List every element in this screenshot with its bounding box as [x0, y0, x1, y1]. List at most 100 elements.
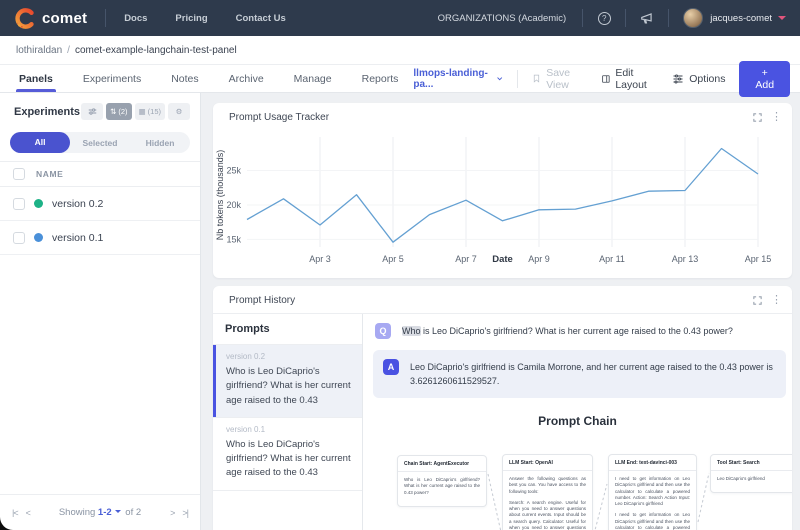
bookmark-icon — [534, 74, 540, 83]
organizations-selector[interactable]: ORGANIZATIONS (Academic) — [438, 13, 567, 24]
tab-archive[interactable]: Archive — [214, 65, 279, 92]
kebab-menu-icon[interactable]: ⋮ — [771, 295, 782, 306]
pagination-bar: |< < Showing 1-2 of 2 > >| — [0, 494, 200, 530]
svg-text:20k: 20k — [226, 200, 241, 210]
row-checkbox[interactable] — [13, 231, 25, 244]
nav-contact-us[interactable]: Contact Us — [236, 13, 286, 24]
select-all-checkbox[interactable] — [13, 168, 25, 180]
breadcrumb-workspace[interactable]: lothiraldan — [16, 45, 62, 56]
prompt-history-panel: Prompt History ⋮ Prompts version 0.2 Who… — [213, 286, 792, 530]
view-selector-dropdown[interactable]: llmops-landing-pa... — [413, 68, 503, 90]
breadcrumb-separator: / — [67, 44, 70, 56]
divider — [668, 9, 670, 27]
svg-text:Apr 3: Apr 3 — [309, 254, 331, 264]
layout-icon — [601, 74, 610, 83]
name-column-header[interactable]: NAME — [36, 169, 63, 179]
kebab-menu-icon[interactable]: ⋮ — [771, 112, 782, 123]
tab-experiments[interactable]: Experiments — [68, 65, 156, 92]
nav-docs[interactable]: Docs — [124, 13, 147, 24]
filter-all[interactable]: All — [10, 132, 70, 153]
chain-card-tool-start[interactable]: Tool Start: Search Leo DiCaprio's girlfr… — [710, 454, 792, 494]
save-view-button[interactable]: Save View — [532, 67, 586, 91]
chain-card-llm-end[interactable]: LLM End: text-davinci-003 I need to get … — [608, 454, 697, 530]
experiment-color-dot — [34, 199, 43, 208]
nav-pricing[interactable]: Pricing — [175, 13, 207, 24]
row-checkbox[interactable] — [13, 197, 25, 210]
experiment-row[interactable]: version 0.1 — [0, 221, 200, 255]
expand-icon[interactable] — [752, 295, 763, 306]
chain-card-title: LLM Start: OpenAI — [503, 455, 592, 471]
prev-page-icon[interactable]: < — [26, 508, 31, 518]
svg-text:Apr 11: Apr 11 — [599, 254, 625, 264]
sliders-icon — [88, 108, 96, 115]
panel-title: Prompt History — [229, 295, 296, 306]
experiment-filter-tabs: All Selected Hidden — [10, 132, 190, 153]
filter-sliders-button[interactable] — [81, 103, 104, 120]
chain-card-text: Who is Leo DiCaprio's girlfriend? What i… — [404, 477, 480, 495]
tab-panels[interactable]: Panels — [4, 65, 68, 92]
options-button[interactable]: Options — [672, 73, 725, 85]
svg-text:Apr 13: Apr 13 — [672, 254, 699, 264]
chain-card-title: Tool Start: Search — [711, 455, 792, 471]
experiment-name[interactable]: version 0.2 — [52, 198, 103, 210]
chain-card-title: LLM End: text-davinci-003 — [609, 455, 696, 471]
panel-title: Prompt Usage Tracker — [229, 112, 330, 123]
chain-card-text: Search: A search engine. Useful for when… — [509, 499, 586, 530]
top-header: comet Docs Pricing Contact Us ORGANIZATI… — [0, 0, 800, 36]
chain-card-text: I need to get information on Leo DiCapri… — [615, 512, 690, 530]
svg-text:Apr 5: Apr 5 — [382, 254, 404, 264]
experiment-name[interactable]: version 0.1 — [52, 232, 103, 244]
svg-text:Nb tokens (thousands): Nb tokens (thousands) — [215, 150, 225, 241]
svg-text:Apr 7: Apr 7 — [455, 254, 477, 264]
last-page-icon[interactable]: >| — [182, 508, 189, 518]
filter-hidden[interactable]: Hidden — [130, 138, 190, 148]
experiment-row[interactable]: version 0.2 — [0, 187, 200, 221]
experiment-color-dot — [34, 233, 43, 242]
help-icon[interactable]: ? — [597, 11, 611, 25]
pagination-total-label: of 2 — [125, 507, 142, 518]
sort-button[interactable]: ⇅ (2) — [106, 103, 132, 120]
tokens-line-chart[interactable]: 15k 20k 25k Apr 3 Apr 5 Apr 7 Apr 9 Apr 11 Apr 1… — [213, 103, 792, 278]
user-avatar[interactable] — [683, 8, 704, 28]
add-button[interactable]: + Add — [739, 60, 790, 97]
tab-manage[interactable]: Manage — [279, 65, 347, 92]
columns-grid-button[interactable]: ▦ (15) — [134, 103, 165, 120]
next-page-icon[interactable]: > — [170, 508, 175, 518]
comet-logo-icon[interactable] — [14, 7, 35, 29]
window-corner-artifact — [0, 517, 20, 530]
sort-icon: ⇅ — [110, 107, 117, 116]
chain-card-title: Chain Start: AgentExecutor — [398, 456, 486, 472]
pagination-showing-label: Showing — [58, 507, 96, 518]
top-nav: Docs Pricing Contact Us — [124, 13, 286, 24]
expand-icon[interactable] — [752, 112, 763, 123]
settings-button[interactable]: ⚙ — [168, 103, 190, 120]
svg-text:25k: 25k — [226, 166, 241, 176]
experiments-sidebar: Experiments ⇅ (2) ▦ (15) ⚙ All Selected … — [0, 93, 201, 530]
filter-selected[interactable]: Selected — [70, 138, 130, 148]
chain-card-agent-executor[interactable]: Chain Start: AgentExecutor Who is Leo Di… — [397, 455, 487, 507]
brand-name[interactable]: comet — [42, 10, 87, 27]
chain-card-text: I need to get information on Leo DiCapri… — [615, 476, 690, 507]
chain-card-llm-start[interactable]: LLM Start: OpenAI Answer the following q… — [502, 454, 593, 530]
divider — [582, 9, 584, 27]
tab-reports[interactable]: Reports — [347, 65, 414, 92]
gear-icon: ⚙ — [175, 107, 183, 116]
chain-card-text: Leo DiCaprio's girlfriend — [717, 476, 765, 481]
announcement-icon[interactable] — [640, 11, 654, 25]
sliders-icon — [673, 74, 683, 83]
project-tab-bar: Panels Experiments Notes Archive Manage … — [0, 60, 800, 97]
svg-text:15k: 15k — [226, 234, 241, 244]
chevron-down-icon — [114, 510, 121, 514]
tab-notes[interactable]: Notes — [156, 65, 213, 92]
svg-text:Date: Date — [492, 254, 513, 265]
svg-text:Apr 15: Apr 15 — [745, 254, 772, 264]
page-range-dropdown[interactable]: 1-2 — [98, 507, 112, 518]
edit-layout-button[interactable]: Edit Layout — [601, 67, 659, 91]
chevron-down-icon[interactable] — [778, 16, 786, 20]
divider — [105, 9, 107, 27]
breadcrumb-project[interactable]: comet-example-langchain-test-panel — [75, 45, 237, 56]
username[interactable]: jacques-comet — [710, 13, 772, 24]
divider — [625, 9, 627, 27]
chevron-down-icon — [497, 77, 503, 81]
first-page-icon[interactable]: |< — [12, 508, 19, 518]
